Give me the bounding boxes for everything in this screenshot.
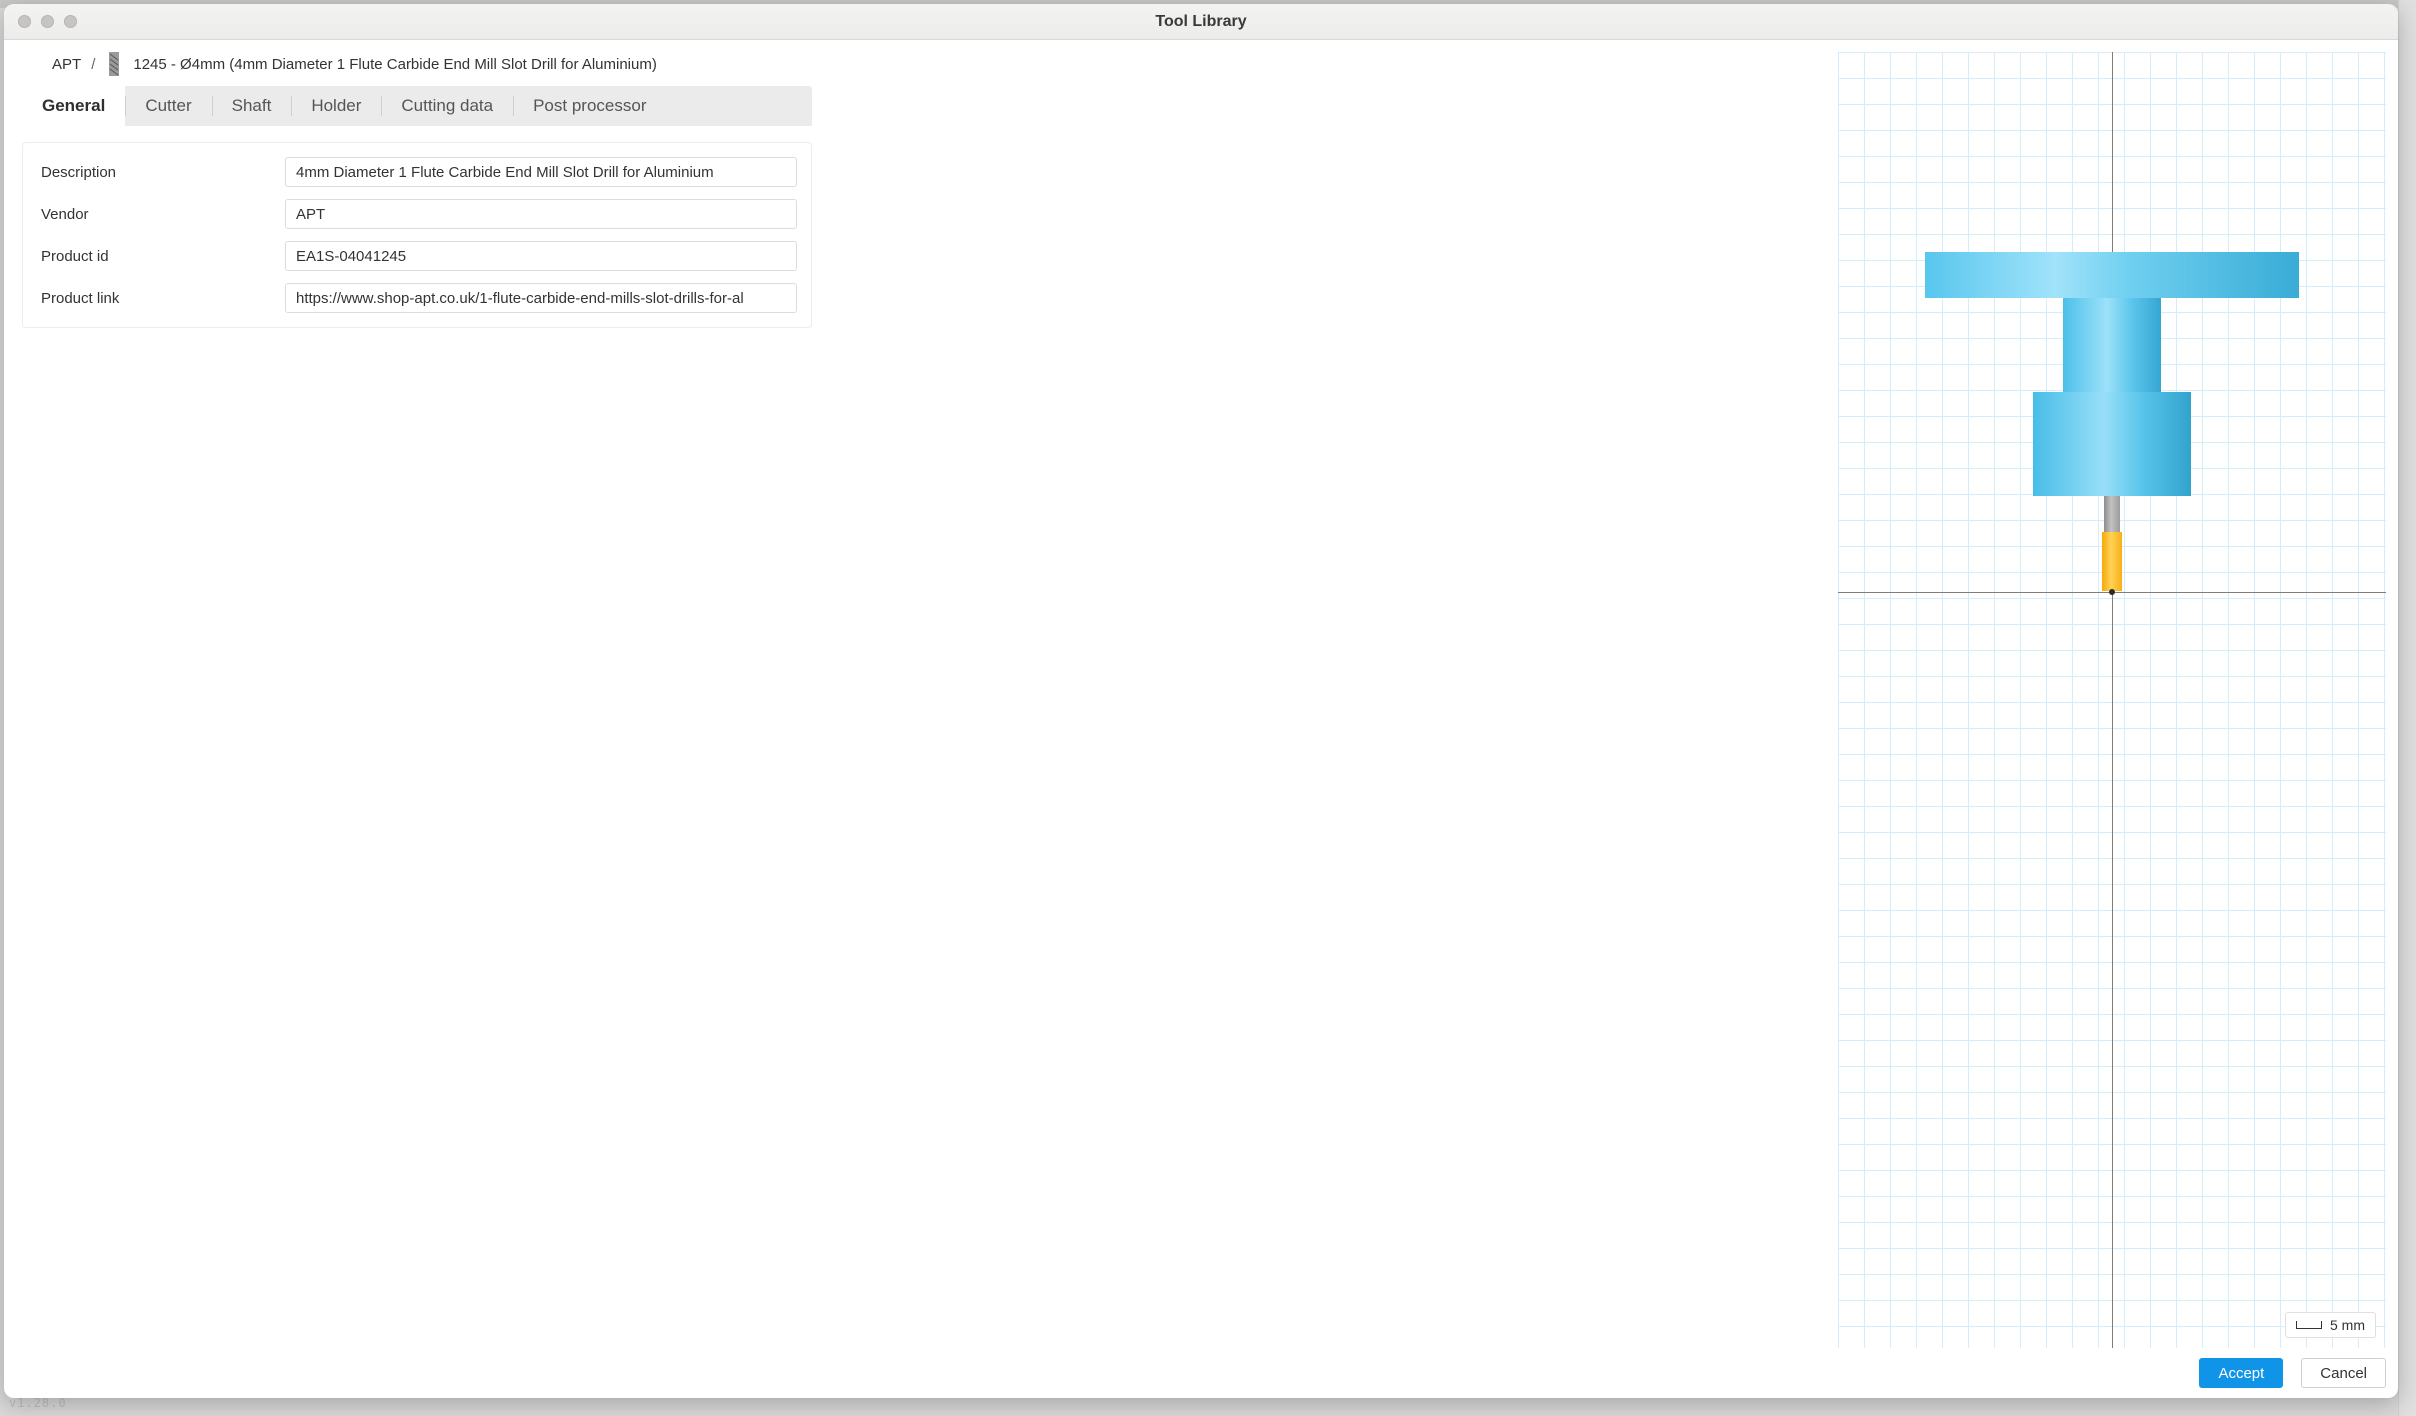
minimize-icon[interactable] — [41, 15, 54, 28]
input-description[interactable] — [285, 157, 797, 187]
scale-bar-icon — [2296, 1321, 2322, 1329]
preview-origin-point — [2109, 589, 2115, 595]
dialog-title: Tool Library — [4, 13, 2398, 31]
tab-bar: General Cutter Shaft Holder Cutting data… — [22, 86, 812, 126]
tab-cutting-data[interactable]: Cutting data — [381, 86, 513, 126]
tab-post-processor[interactable]: Post processor — [513, 86, 666, 126]
label-product-id: Product id — [37, 248, 285, 265]
label-description: Description — [37, 164, 285, 181]
cancel-button[interactable]: Cancel — [2301, 1358, 2386, 1388]
scale-label: 5 mm — [2330, 1317, 2365, 1333]
preview-holder-neck — [2063, 298, 2161, 392]
preview-holder-body — [2033, 392, 2191, 496]
tab-holder[interactable]: Holder — [291, 86, 381, 126]
row-vendor: Vendor — [29, 193, 805, 235]
preview-panel: 5 mm Accept Cancel — [1838, 40, 2398, 1398]
breadcrumb-vendor[interactable]: APT — [52, 56, 81, 73]
tool-library-dialog: Tool Library APT / 1245 - Ø4mm (4mm Diam… — [4, 4, 2398, 1398]
breadcrumb-tool-label: 1245 - Ø4mm (4mm Diameter 1 Flute Carbid… — [133, 56, 656, 73]
input-vendor[interactable] — [285, 199, 797, 229]
tab-general[interactable]: General — [22, 86, 125, 126]
row-description: Description — [29, 151, 805, 193]
general-form: Description Vendor Product id Product li… — [22, 142, 812, 328]
input-product-id[interactable] — [285, 241, 797, 271]
background-right-panel — [2398, 0, 2416, 1416]
dialog-content: APT / 1245 - Ø4mm (4mm Diameter 1 Flute … — [4, 40, 2398, 1398]
row-product-link: Product link — [29, 277, 805, 319]
dialog-footer: Accept Cancel — [1838, 1348, 2386, 1394]
scale-indicator: 5 mm — [2285, 1312, 2376, 1338]
endmill-icon — [105, 52, 123, 76]
label-product-link: Product link — [37, 290, 285, 307]
window-controls — [4, 15, 77, 28]
preview-shaft — [2104, 496, 2120, 532]
breadcrumb-separator: / — [91, 56, 95, 73]
axis-vertical — [2112, 52, 2113, 1348]
preview-holder-flange — [1925, 252, 2299, 298]
label-vendor: Vendor — [37, 206, 285, 223]
tab-cutter[interactable]: Cutter — [125, 86, 211, 126]
preview-cutter — [2102, 532, 2122, 591]
input-product-link[interactable] — [285, 283, 797, 313]
close-icon[interactable] — [18, 15, 31, 28]
accept-button[interactable]: Accept — [2199, 1358, 2283, 1388]
dialog-titlebar[interactable]: Tool Library — [4, 4, 2398, 40]
tab-shaft[interactable]: Shaft — [212, 86, 292, 126]
breadcrumb: APT / 1245 - Ø4mm (4mm Diameter 1 Flute … — [52, 52, 1820, 76]
background-version-label: v1.28.0 — [9, 1396, 67, 1410]
tool-preview-canvas[interactable]: 5 mm — [1838, 52, 2386, 1348]
zoom-icon[interactable] — [64, 15, 77, 28]
form-panel: APT / 1245 - Ø4mm (4mm Diameter 1 Flute … — [4, 40, 1838, 1398]
row-product-id: Product id — [29, 235, 805, 277]
